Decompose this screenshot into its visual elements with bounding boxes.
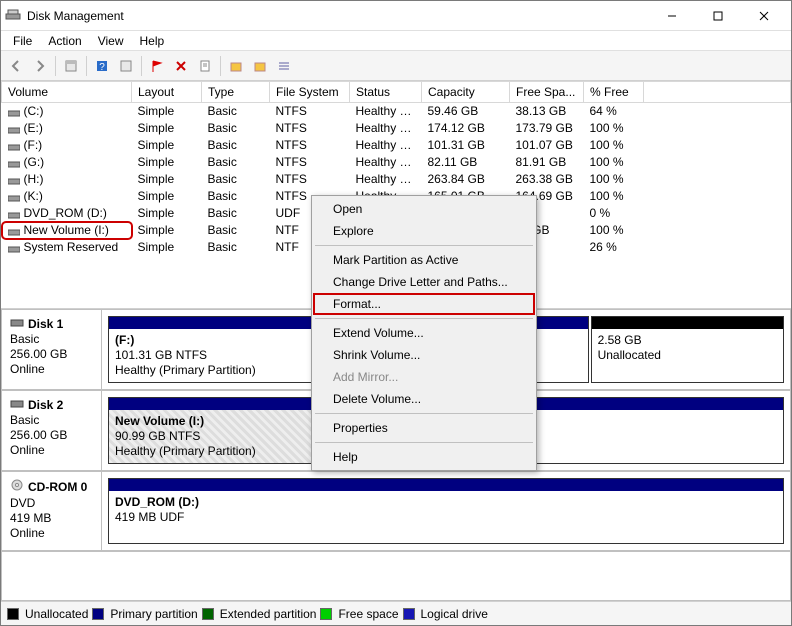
disk-icon [10,397,24,412]
ctx-help[interactable]: Help [313,446,535,468]
volume-row[interactable]: (G:)SimpleBasicNTFSHealthy (P...82.11 GB… [2,154,791,171]
legend-logical-swatch [403,608,415,620]
ctx-change-letter[interactable]: Change Drive Letter and Paths... [313,271,535,293]
ctx-format[interactable]: Format... [313,293,535,315]
col-layout[interactable]: Layout [132,82,202,103]
minimize-button[interactable] [649,1,695,31]
disk-row-3: CD-ROM 0 DVD 419 MB Online DVD_ROM (D:) … [2,472,790,552]
disk-management-window: Disk Management File Action View Help ? [0,0,792,626]
menubar: File Action View Help [1,31,791,51]
legend: Unallocated Primary partition Extended p… [1,601,791,625]
show-hide-button[interactable] [60,55,82,77]
flag-icon[interactable] [146,55,168,77]
col-volume[interactable]: Volume [2,82,132,103]
context-menu: Open Explore Mark Partition as Active Ch… [311,195,537,471]
volume-row[interactable]: (F:)SimpleBasicNTFSHealthy (P...101.31 G… [2,137,791,154]
col-blank[interactable] [644,82,791,103]
legend-extended-swatch [202,608,214,620]
disk1-label[interactable]: Disk 1 Basic 256.00 GB Online [2,310,102,389]
drive-icon [8,226,20,236]
close-button[interactable] [741,1,787,31]
legend-free-swatch [320,608,332,620]
drive-icon [8,175,20,185]
menu-action[interactable]: Action [40,32,89,50]
menu-view[interactable]: View [90,32,132,50]
drive-icon [8,209,20,219]
volume-row[interactable]: (C:)SimpleBasicNTFSHealthy (B...59.46 GB… [2,103,791,120]
col-type[interactable]: Type [202,82,270,103]
col-free[interactable]: Free Spa... [510,82,584,103]
folder2-icon[interactable] [249,55,271,77]
disk-icon [10,316,24,331]
delete-icon[interactable] [170,55,192,77]
help-button[interactable]: ? [91,55,113,77]
settings-button[interactable] [115,55,137,77]
col-status[interactable]: Status [350,82,422,103]
list-icon[interactable] [273,55,295,77]
ctx-shrink[interactable]: Shrink Volume... [313,344,535,366]
volume-row[interactable]: (E:)SimpleBasicNTFSHealthy (P...174.12 G… [2,120,791,137]
col-pct[interactable]: % Free [584,82,644,103]
ctx-extend[interactable]: Extend Volume... [313,322,535,344]
forward-button[interactable] [29,55,51,77]
col-capacity[interactable]: Capacity [422,82,510,103]
ctx-properties[interactable]: Properties [313,417,535,439]
ctx-mirror: Add Mirror... [313,366,535,388]
folder-icon[interactable] [225,55,247,77]
maximize-button[interactable] [695,1,741,31]
drive-icon [8,124,20,134]
drive-icon [8,141,20,151]
ctx-explore[interactable]: Explore [313,220,535,242]
properties-icon[interactable] [194,55,216,77]
drive-icon [8,107,20,117]
back-button[interactable] [5,55,27,77]
toolbar: ? [1,51,791,81]
svg-text:?: ? [99,62,105,73]
col-fs[interactable]: File System [270,82,350,103]
header-row[interactable]: Volume Layout Type File System Status Ca… [2,82,791,103]
ctx-delete[interactable]: Delete Volume... [313,388,535,410]
menu-help[interactable]: Help [132,32,173,50]
legend-primary-swatch [92,608,104,620]
cd-icon [10,478,24,495]
ctx-open[interactable]: Open [313,198,535,220]
volume-row[interactable]: (H:)SimpleBasicNTFSHealthy (L...263.84 G… [2,171,791,188]
drive-icon [8,192,20,202]
drive-icon [8,158,20,168]
app-icon [5,8,21,24]
disk2-label[interactable]: Disk 2 Basic 256.00 GB Online [2,391,102,470]
window-title: Disk Management [27,9,649,23]
legend-unalloc-swatch [7,608,19,620]
cdrom-part[interactable]: DVD_ROM (D:) 419 MB UDF [108,478,784,544]
disk1-part2[interactable]: 2.58 GB Unallocated [591,316,784,383]
drive-icon [8,243,20,253]
ctx-mark-active[interactable]: Mark Partition as Active [313,249,535,271]
cdrom-label[interactable]: CD-ROM 0 DVD 419 MB Online [2,472,102,550]
titlebar[interactable]: Disk Management [1,1,791,31]
menu-file[interactable]: File [5,32,40,50]
